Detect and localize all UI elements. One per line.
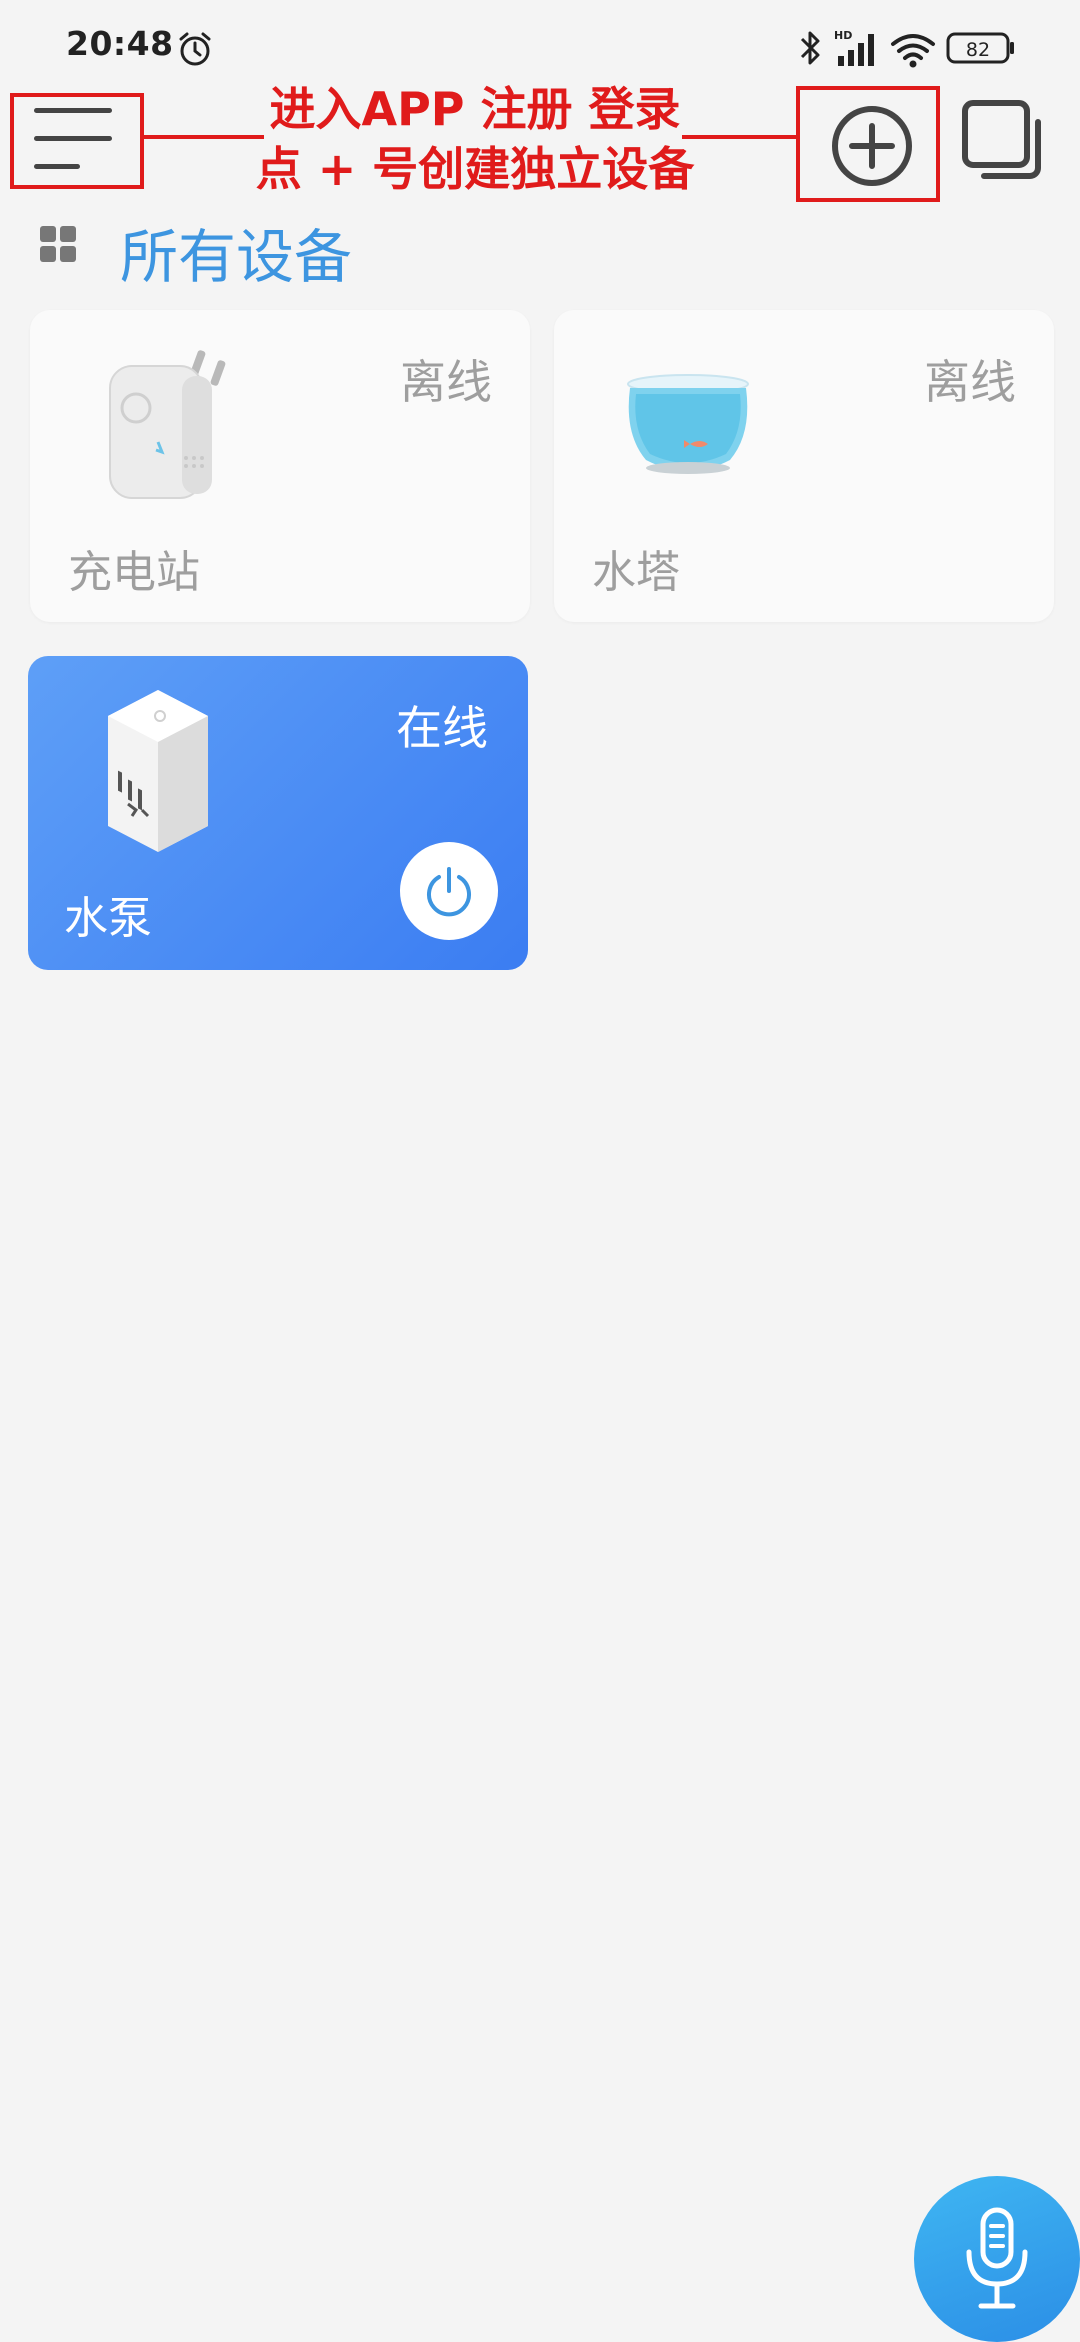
annotation-line-right [682,135,796,139]
wifi-icon [891,34,935,68]
device-status: 离线 [400,355,492,409]
device-card-water-tower[interactable]: 离线 水塔 [554,310,1054,622]
add-highlight-box [796,86,940,202]
battery-icon: 82 [946,32,1014,64]
hd-label: HD [834,29,852,42]
device-status: 离线 [924,355,1016,409]
multi-window-icon[interactable] [962,100,1048,186]
device-name: 水泵 [64,893,152,944]
device-card-water-pump[interactable]: 在线 水泵 [28,656,528,970]
device-name: 充电站 [68,547,200,598]
device-name: 水塔 [592,547,680,598]
device-status: 在线 [396,701,488,755]
signal-icon: HD [834,29,874,66]
plug-adapter-icon [109,350,226,499]
microphone-icon [966,2207,1028,2309]
power-button[interactable] [400,842,498,940]
fish-bowl-icon [627,374,749,474]
status-time: 20:48 [66,24,174,63]
grid-icon[interactable] [40,226,76,262]
bluetooth-icon [800,31,820,65]
power-icon [427,867,471,917]
annotation-line-1: 进入APP 注册 登录 [269,82,681,136]
device-card-charging-station[interactable]: 离线 充电站 [30,310,530,622]
annotation-line-left [144,135,264,139]
page-title[interactable]: 所有设备 [120,210,352,294]
annotation-line-2: 点 + 号创建独立设备 [255,142,695,196]
smart-socket-icon [108,690,208,852]
menu-highlight-box [10,93,144,189]
voice-button[interactable] [914,2176,1080,2342]
battery-level: 82 [966,39,990,61]
alarm-icon [179,32,211,66]
